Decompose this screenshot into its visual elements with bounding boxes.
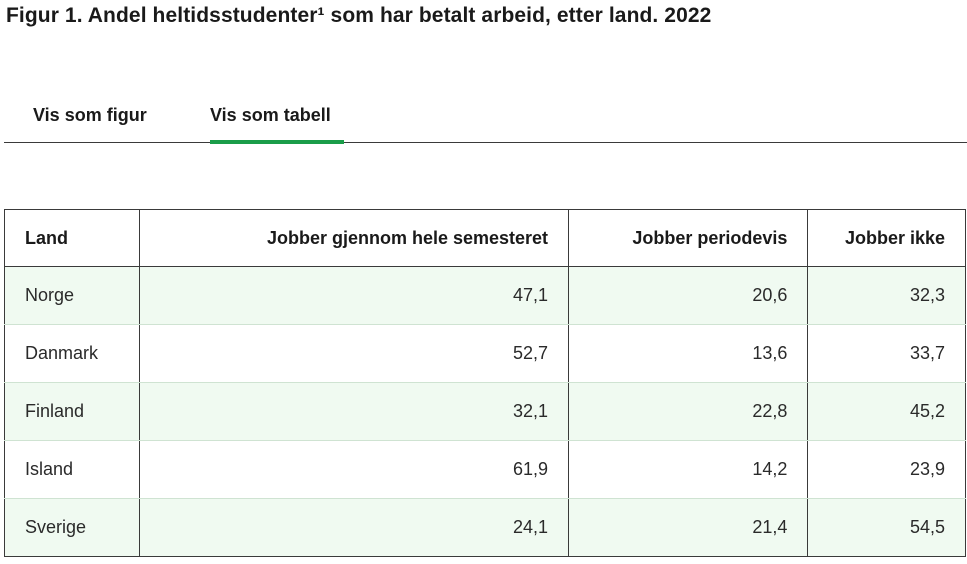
- table-row: Sverige 24,1 21,4 54,5: [3, 498, 966, 557]
- cell-whole-semester: 61,9: [139, 440, 570, 499]
- cell-whole-semester: 32,1: [139, 382, 570, 441]
- cell-whole-semester: 47,1: [139, 266, 570, 325]
- table-row: Island 61,9 14,2 23,9: [3, 440, 966, 499]
- cell-periodically: 14,2: [568, 440, 809, 499]
- page-title: Figur 1. Andel heltidsstudenter¹ som har…: [6, 4, 712, 27]
- tab-show-as-figure-label: Vis som figur: [33, 105, 147, 125]
- cell-not-working: 33,7: [807, 324, 966, 383]
- cell-not-working: 54,5: [807, 498, 966, 557]
- cell-not-working: 23,9: [807, 440, 966, 499]
- cell-periodically: 20,6: [568, 266, 809, 325]
- data-table: Land Jobber gjennom hele semesteret Jobb…: [3, 209, 966, 557]
- table-header-row: Land Jobber gjennom hele semesteret Jobb…: [3, 209, 966, 267]
- cell-periodically: 13,6: [568, 324, 809, 383]
- cell-country: Island: [3, 440, 141, 499]
- cell-whole-semester: 24,1: [139, 498, 570, 557]
- cell-country: Norge: [3, 266, 141, 325]
- cell-country: Sverige: [3, 498, 141, 557]
- cell-periodically: 21,4: [568, 498, 809, 557]
- tab-show-as-figure[interactable]: Vis som figur: [33, 102, 147, 140]
- view-tabs: Vis som figur Vis som tabell: [4, 102, 967, 144]
- cell-not-working: 45,2: [807, 382, 966, 441]
- cell-not-working: 32,3: [807, 266, 966, 325]
- active-tab-indicator: [210, 140, 344, 144]
- table-row: Norge 47,1 20,6 32,3: [3, 266, 966, 325]
- cell-periodically: 22,8: [568, 382, 809, 441]
- cell-whole-semester: 52,7: [139, 324, 570, 383]
- cell-country: Finland: [3, 382, 141, 441]
- table-row: Finland 32,1 22,8 45,2: [3, 382, 966, 441]
- table-row: Danmark 52,7 13,6 33,7: [3, 324, 966, 383]
- cell-country: Danmark: [3, 324, 141, 383]
- tab-show-as-table-label: Vis som tabell: [210, 105, 331, 125]
- tab-show-as-table[interactable]: Vis som tabell: [210, 102, 331, 140]
- column-header-periodically: Jobber periodevis: [568, 209, 809, 267]
- column-header-whole-semester: Jobber gjennom hele semesteret: [139, 209, 570, 267]
- column-header-not-working: Jobber ikke: [807, 209, 966, 267]
- column-header-land: Land: [3, 209, 141, 267]
